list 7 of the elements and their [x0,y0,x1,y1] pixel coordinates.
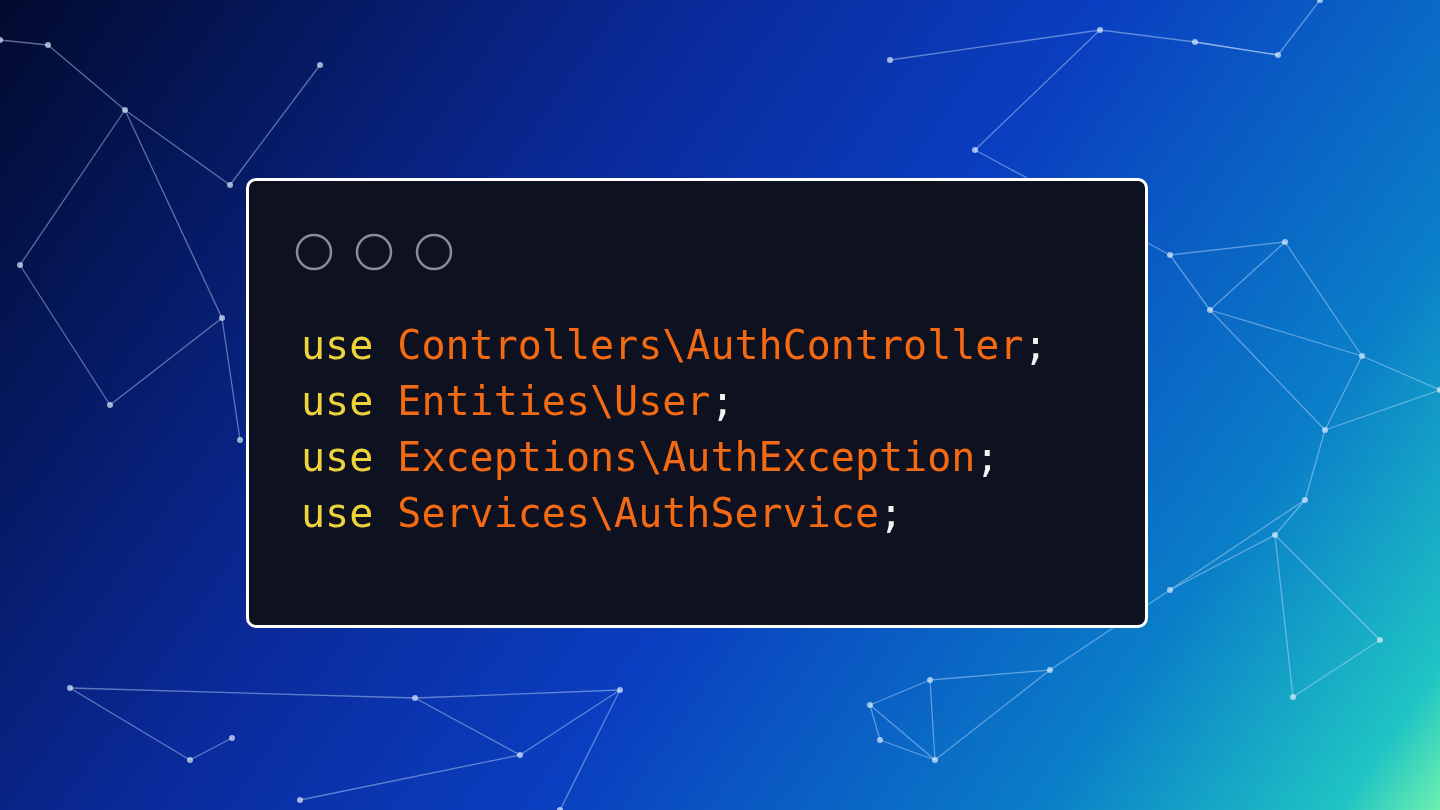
window-control-icon [355,233,393,271]
code-line: use Controllers\AuthController; [301,321,1049,370]
code-line: use Exceptions\AuthException; [301,433,1001,482]
code-line: use Entities\User; [301,377,736,426]
code-line: use Services\AuthService; [301,489,905,538]
window-control-icon [415,233,453,271]
window-control-icon [295,233,333,271]
